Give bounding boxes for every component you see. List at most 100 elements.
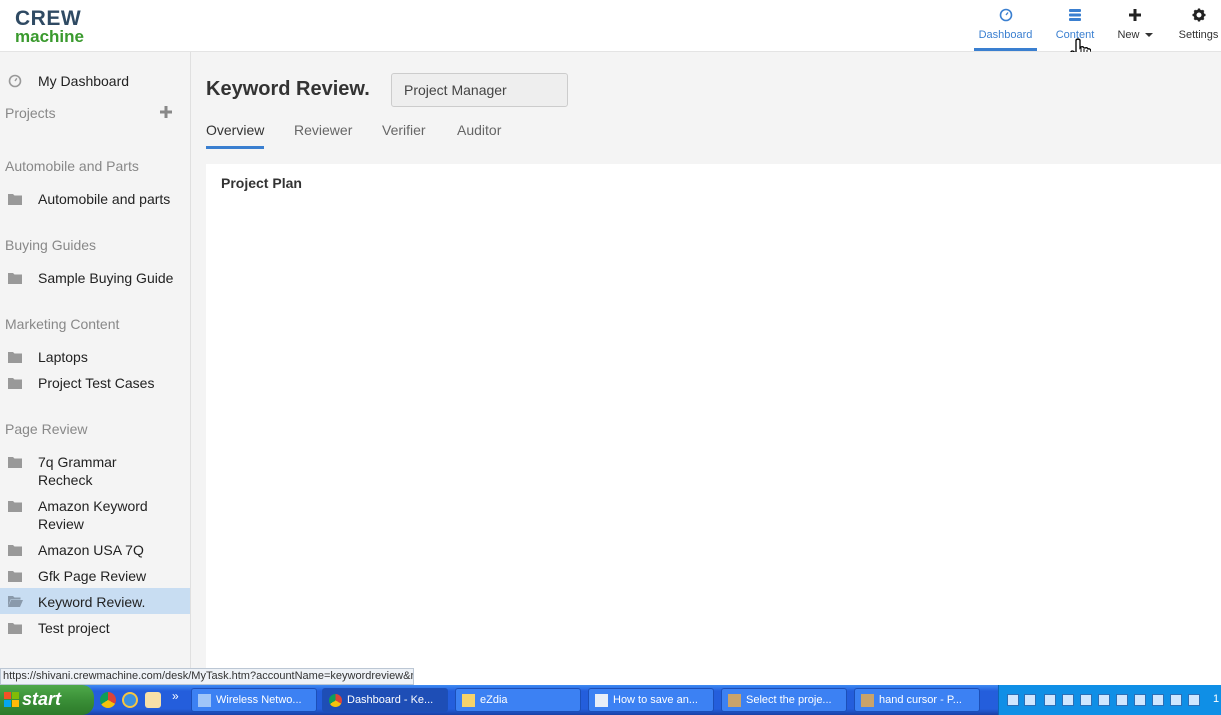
sidebar-item-label: Amazon Keyword Review — [38, 498, 148, 532]
paint-icon — [861, 694, 874, 707]
tray-app-icon[interactable] — [1152, 694, 1164, 706]
sidebar-item-label: Project Test Cases — [38, 375, 155, 391]
sidebar-item-project[interactable]: Sample Buying Guide — [0, 269, 190, 289]
taskbar-button-label: hand cursor - P... — [879, 694, 962, 706]
sidebar-item-project[interactable]: 7q Grammar Recheck — [0, 453, 190, 491]
chrome-icon — [329, 694, 342, 707]
folder-icon — [8, 543, 22, 559]
system-tray: 1 — [998, 685, 1221, 715]
tab-overview[interactable]: Overview — [206, 122, 265, 149]
taskbar-button[interactable]: eZdia — [455, 688, 581, 712]
sidebar-item-label: Laptops — [38, 349, 88, 365]
dashboard-gauge-icon — [974, 8, 1037, 26]
lock-icon[interactable] — [1134, 694, 1146, 706]
dashboard-gauge-icon — [8, 74, 22, 91]
sidebar-item-project[interactable]: Amazon Keyword Review — [0, 497, 190, 535]
taskbar-button-label: Wireless Netwo... — [216, 694, 302, 706]
project-group-heading: Buying Guides — [5, 237, 97, 253]
taskbar-button[interactable]: Select the proje... — [721, 688, 847, 712]
folder-icon — [462, 694, 475, 707]
taskbar-button[interactable]: How to save an... — [588, 688, 714, 712]
role-select[interactable]: Project Manager — [391, 73, 568, 107]
taskbar-button-label: Select the proje... — [746, 694, 832, 706]
start-button[interactable]: start — [0, 685, 94, 715]
windows-taskbar: start » Wireless Netwo... Dashboard - Ke… — [0, 685, 1221, 715]
sidebar-item-project[interactable]: Amazon USA 7Q — [0, 541, 190, 561]
logo-text-machine: machine — [15, 27, 84, 46]
plus-icon — [1112, 8, 1158, 26]
sidebar-item-label: Automobile and parts — [38, 191, 171, 207]
sidebar-item-project[interactable]: Laptops — [0, 348, 190, 368]
tray-app-icon[interactable] — [1116, 694, 1128, 706]
sidebar-item-label: My Dashboard — [38, 73, 130, 89]
sidebar-item-project[interactable]: Automobile and parts — [0, 190, 190, 210]
sidebar: My Dashboard Projects Automobile and Par… — [0, 52, 191, 668]
sidebar-item-label: Amazon USA 7Q — [38, 542, 144, 558]
sidebar-item-label: Sample Buying Guide — [38, 270, 174, 286]
taskbar-button[interactable]: Wireless Netwo... — [191, 688, 317, 712]
crewmachine-logo[interactable]: CREW machine — [15, 8, 84, 45]
sidebar-item-label: Test project — [38, 620, 110, 636]
add-project-plus-icon[interactable] — [160, 106, 172, 118]
internet-explorer-icon[interactable] — [122, 692, 138, 708]
nav-settings-label: Settings — [1178, 29, 1219, 41]
folder-open-icon — [8, 594, 23, 610]
folder-icon — [8, 271, 22, 287]
tray-app-icon[interactable] — [1044, 694, 1056, 706]
tray-app-icon[interactable] — [1098, 694, 1110, 706]
network-icon[interactable] — [1007, 694, 1019, 706]
clock[interactable]: 1 — [1213, 693, 1219, 705]
sidebar-item-project-selected[interactable]: Keyword Review. — [0, 588, 190, 614]
folder-icon — [8, 499, 22, 515]
page-title: Keyword Review. — [206, 78, 370, 100]
chrome-icon[interactable] — [100, 692, 116, 708]
sidebar-item-project[interactable]: Test project — [0, 619, 190, 639]
taskbar-button-label: eZdia — [480, 694, 508, 706]
tab-verifier[interactable]: Verifier — [382, 122, 426, 149]
sidebar-item-my-dashboard[interactable]: My Dashboard — [0, 72, 190, 94]
word-icon — [595, 694, 608, 707]
content-stack-icon — [1050, 8, 1100, 26]
folder-icon — [8, 376, 22, 392]
project-group-heading: Page Review — [5, 421, 88, 437]
tray-app-icon[interactable] — [1188, 694, 1200, 706]
folder-icon — [8, 455, 22, 471]
sidebar-item-label: Gfk Page Review — [38, 568, 147, 584]
wireless-icon — [198, 694, 211, 707]
folder-icon — [8, 621, 22, 637]
top-navbar: CREW machine Dashboard Content New Setti… — [0, 0, 1221, 52]
nav-settings[interactable]: Settings — [1176, 0, 1221, 52]
windows-flag-icon — [4, 692, 19, 707]
folder-icon — [8, 192, 22, 208]
tab-reviewer[interactable]: Reviewer — [294, 122, 352, 149]
taskbar-button-label: Dashboard - Ke... — [347, 694, 434, 706]
sidebar-item-project[interactable]: Gfk Page Review — [0, 567, 190, 587]
taskbar-button[interactable]: Dashboard - Ke... — [322, 688, 448, 712]
paint-icon — [728, 694, 741, 707]
sidebar-item-project[interactable]: Project Test Cases — [0, 374, 190, 394]
sidebar-item-label: 7q Grammar Recheck — [38, 454, 117, 488]
projects-heading: Projects — [5, 105, 56, 121]
tab-auditor[interactable]: Auditor — [457, 122, 501, 149]
gear-icon — [1176, 8, 1221, 26]
nav-dashboard[interactable]: Dashboard — [974, 0, 1037, 52]
taskbar-button-label: How to save an... — [613, 694, 698, 706]
project-group-heading: Automobile and Parts — [5, 158, 139, 174]
quicklaunch-more[interactable]: » — [172, 689, 179, 703]
project-group-heading: Marketing Content — [5, 316, 120, 332]
project-plan-panel: Project Plan — [206, 164, 1221, 668]
volume-icon[interactable] — [1062, 694, 1074, 706]
main-content: Keyword Review. Project Manager Overview… — [191, 52, 1221, 668]
start-label: start — [22, 689, 62, 709]
ovi-icon[interactable] — [1024, 694, 1036, 706]
nav-new-dropdown[interactable]: New — [1112, 0, 1158, 52]
status-bar-url: https://shivani.crewmachine.com/desk/MyT… — [0, 668, 414, 685]
nav-new-label: New — [1117, 29, 1140, 41]
mail-icon[interactable] — [145, 692, 161, 708]
folder-icon — [8, 350, 22, 366]
panel-title: Project Plan — [221, 175, 302, 191]
taskbar-button[interactable]: hand cursor - P... — [854, 688, 980, 712]
sidebar-item-label: Keyword Review. — [38, 594, 146, 610]
tray-app-icon[interactable] — [1170, 694, 1182, 706]
tray-app-icon[interactable] — [1080, 694, 1092, 706]
